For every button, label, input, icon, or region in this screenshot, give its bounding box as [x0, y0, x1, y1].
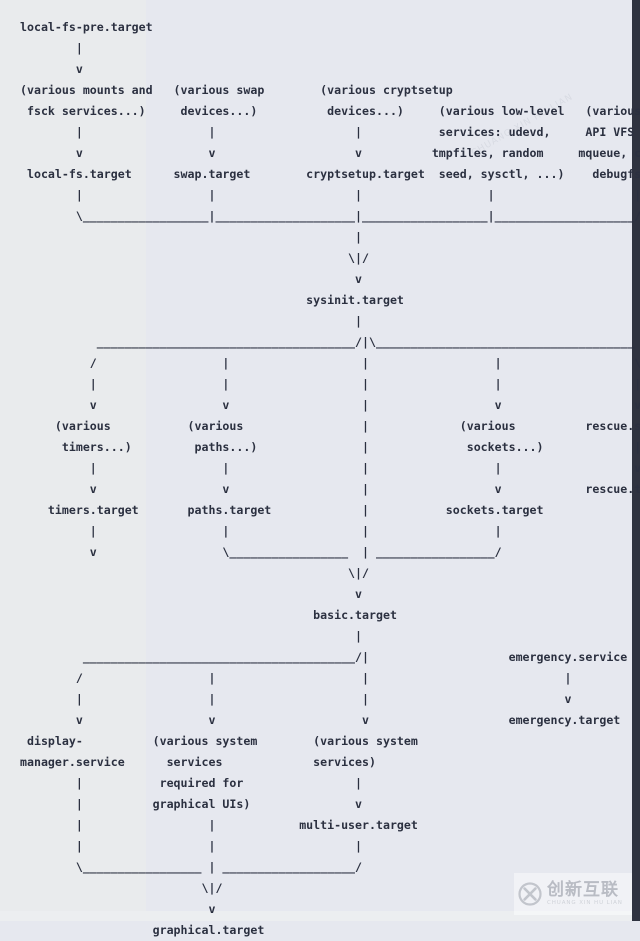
systemd-bootup-ascii-diagram: local-fs-pre.target | v (various mounts … [20, 19, 640, 937]
